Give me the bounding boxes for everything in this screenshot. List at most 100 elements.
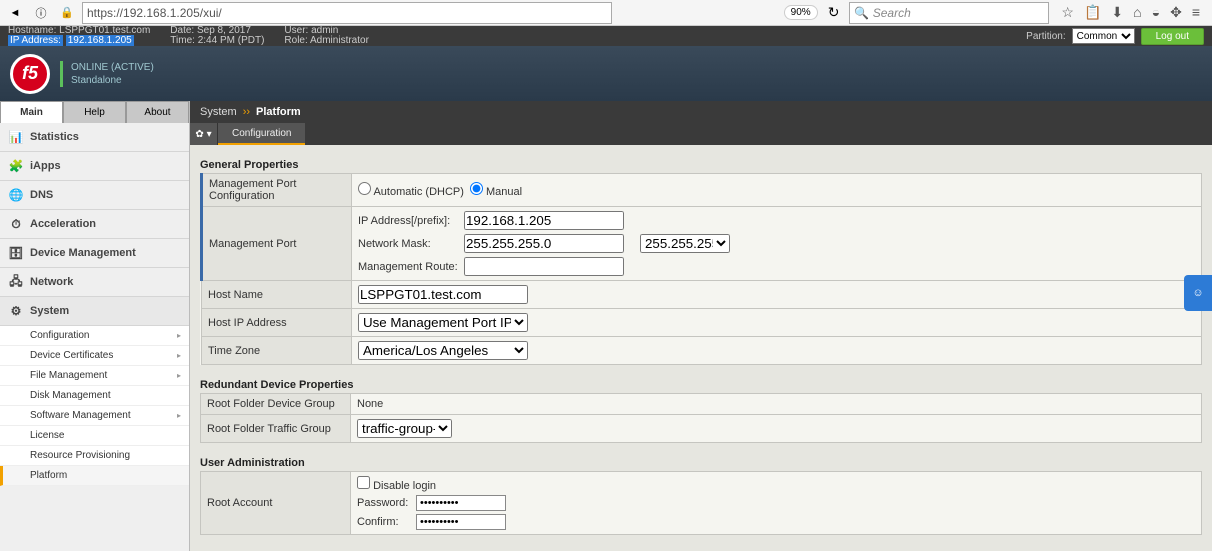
- password-input[interactable]: [416, 495, 506, 511]
- ha-mode: Standalone: [71, 74, 154, 87]
- partition-select[interactable]: Common: [1072, 28, 1135, 44]
- tab-configuration[interactable]: Configuration: [218, 123, 305, 145]
- hostip-label: Host IP Address: [202, 309, 352, 337]
- nav-statistics[interactable]: 📊Statistics: [0, 123, 189, 152]
- gauge-icon: ⏱: [8, 216, 24, 232]
- online-status: ONLINE (ACTIVE): [71, 61, 154, 74]
- time-label: Time:: [170, 35, 195, 46]
- mask-sublabel: Network Mask:: [358, 238, 458, 250]
- tab-main[interactable]: Main: [0, 101, 63, 123]
- lock-icon: 🔒: [56, 2, 78, 24]
- ip-value: 192.168.1.205: [66, 35, 134, 46]
- back-button[interactable]: ◄: [4, 2, 26, 24]
- sub-configuration[interactable]: Configuration▸: [0, 326, 189, 346]
- search-box[interactable]: 🔍 Search: [849, 2, 1049, 24]
- f5-logo: f5: [10, 54, 50, 94]
- disable-login-label: Disable login: [373, 480, 436, 492]
- nav-label: iApps: [30, 160, 61, 172]
- section-general-title: General Properties: [200, 159, 1202, 171]
- apps-icon: 🧩: [8, 158, 24, 174]
- radio-manual-wrap[interactable]: Manual: [470, 182, 522, 198]
- search-placeholder: Search: [873, 6, 911, 20]
- sub-license[interactable]: License: [0, 426, 189, 446]
- home-icon[interactable]: ⌂: [1133, 4, 1141, 21]
- info-icon[interactable]: ⓘ: [30, 2, 52, 24]
- globe-icon: 🌐: [8, 187, 24, 203]
- url-text: https://192.168.1.205/xui/: [87, 6, 222, 20]
- route-sublabel: Management Route:: [358, 261, 458, 273]
- pocket-icon[interactable]: ◒: [1152, 4, 1160, 21]
- traffic-select[interactable]: traffic-group-1: [357, 419, 452, 438]
- sub-platform[interactable]: Platform: [0, 466, 189, 486]
- sub-label: License: [30, 430, 64, 441]
- banner: f5 ONLINE (ACTIVE) Standalone: [0, 46, 1212, 101]
- hostname-input[interactable]: [358, 285, 528, 304]
- sub-disk-mgmt[interactable]: Disk Management: [0, 386, 189, 406]
- sub-file-mgmt[interactable]: File Management▸: [0, 366, 189, 386]
- download-icon[interactable]: ⬇: [1111, 4, 1123, 21]
- reload-button[interactable]: ↻: [828, 4, 840, 21]
- dev-group-label: Root Folder Device Group: [201, 394, 351, 415]
- zoom-badge[interactable]: 90%: [784, 5, 818, 20]
- sub-label: Resource Provisioning: [30, 450, 130, 461]
- disable-login-checkbox[interactable]: [357, 476, 370, 489]
- nav-label: Network: [30, 276, 73, 288]
- nav-label: Acceleration: [30, 218, 96, 230]
- sub-device-certs[interactable]: Device Certificates▸: [0, 346, 189, 366]
- route-input[interactable]: [464, 257, 624, 276]
- hostname-label: Host Name: [202, 281, 352, 309]
- mgmt-port-cfg-label: Management Port Configuration: [202, 174, 352, 207]
- tab-help[interactable]: Help: [63, 101, 126, 123]
- nav-label: Statistics: [30, 131, 79, 143]
- content: System ›› Platform ✿ ▾ Configuration Gen…: [190, 101, 1212, 551]
- radio-auto[interactable]: [358, 182, 371, 195]
- confirm-input[interactable]: [416, 514, 506, 530]
- chevron-right-icon: ▸: [177, 371, 181, 380]
- nav-label: Device Management: [30, 247, 136, 259]
- ip-input[interactable]: [464, 211, 624, 230]
- role-label: Role:: [284, 35, 307, 46]
- role-value: Administrator: [310, 35, 369, 46]
- password-sublabel: Password:: [357, 497, 412, 509]
- chevron-right-icon: ▸: [177, 351, 181, 360]
- disable-login-wrap[interactable]: Disable login: [357, 476, 436, 492]
- clipboard-icon[interactable]: 📋: [1084, 4, 1101, 21]
- hostip-select[interactable]: Use Management Port IP Address: [358, 313, 528, 332]
- nav-system[interactable]: ⚙System: [0, 297, 189, 326]
- sub-label: Platform: [30, 470, 67, 481]
- sub-software-mgmt[interactable]: Software Management▸: [0, 406, 189, 426]
- confirm-sublabel: Confirm:: [357, 516, 412, 528]
- ip-label: IP Address:: [8, 35, 63, 46]
- ip-sublabel: IP Address[/prefix]:: [358, 215, 458, 227]
- nav-iapps[interactable]: 🧩 iApps: [0, 152, 189, 181]
- star-icon[interactable]: ☆: [1061, 4, 1074, 21]
- mask-input[interactable]: [464, 234, 624, 253]
- url-bar[interactable]: https://192.168.1.205/xui/: [82, 2, 612, 24]
- mgmt-port-label: Management Port: [202, 207, 352, 281]
- nav-device-mgmt[interactable]: 🗄Device Management: [0, 239, 189, 268]
- dev-group-value: None: [351, 394, 1202, 415]
- menu-icon[interactable]: ≡: [1192, 4, 1200, 21]
- tab-about[interactable]: About: [126, 101, 189, 123]
- sub-label: Disk Management: [30, 390, 111, 401]
- plugin-icon[interactable]: ✥: [1170, 4, 1182, 21]
- radio-manual[interactable]: [470, 182, 483, 195]
- settings-dropdown[interactable]: ✿ ▾: [190, 123, 218, 145]
- root-account-label: Root Account: [201, 472, 351, 535]
- nav-dns[interactable]: 🌐DNS: [0, 181, 189, 210]
- nav-network[interactable]: 🖧 Network: [0, 268, 189, 297]
- section-useradmin-title: User Administration: [200, 457, 1202, 469]
- crumb-leaf: Platform: [256, 106, 301, 118]
- logout-button[interactable]: Log out: [1141, 28, 1204, 45]
- side-widget[interactable]: ☺: [1184, 275, 1212, 311]
- nav-acceleration[interactable]: ⏱ Acceleration: [0, 210, 189, 239]
- radio-auto-wrap[interactable]: Automatic (DHCP): [358, 182, 464, 198]
- time-value: 2:44 PM (PDT): [198, 35, 265, 46]
- tz-select[interactable]: America/Los Angeles: [358, 341, 528, 360]
- network-icon: 🖧: [8, 274, 24, 290]
- search-icon: 🔍: [854, 6, 869, 20]
- breadcrumb: System ›› Platform: [190, 101, 1212, 123]
- sub-resource-prov[interactable]: Resource Provisioning: [0, 446, 189, 466]
- mask-preset-select[interactable]: 255.255.255.0: [640, 234, 730, 253]
- sidebar: Main Help About 📊Statistics 🧩iApps 🌐DNS …: [0, 101, 190, 551]
